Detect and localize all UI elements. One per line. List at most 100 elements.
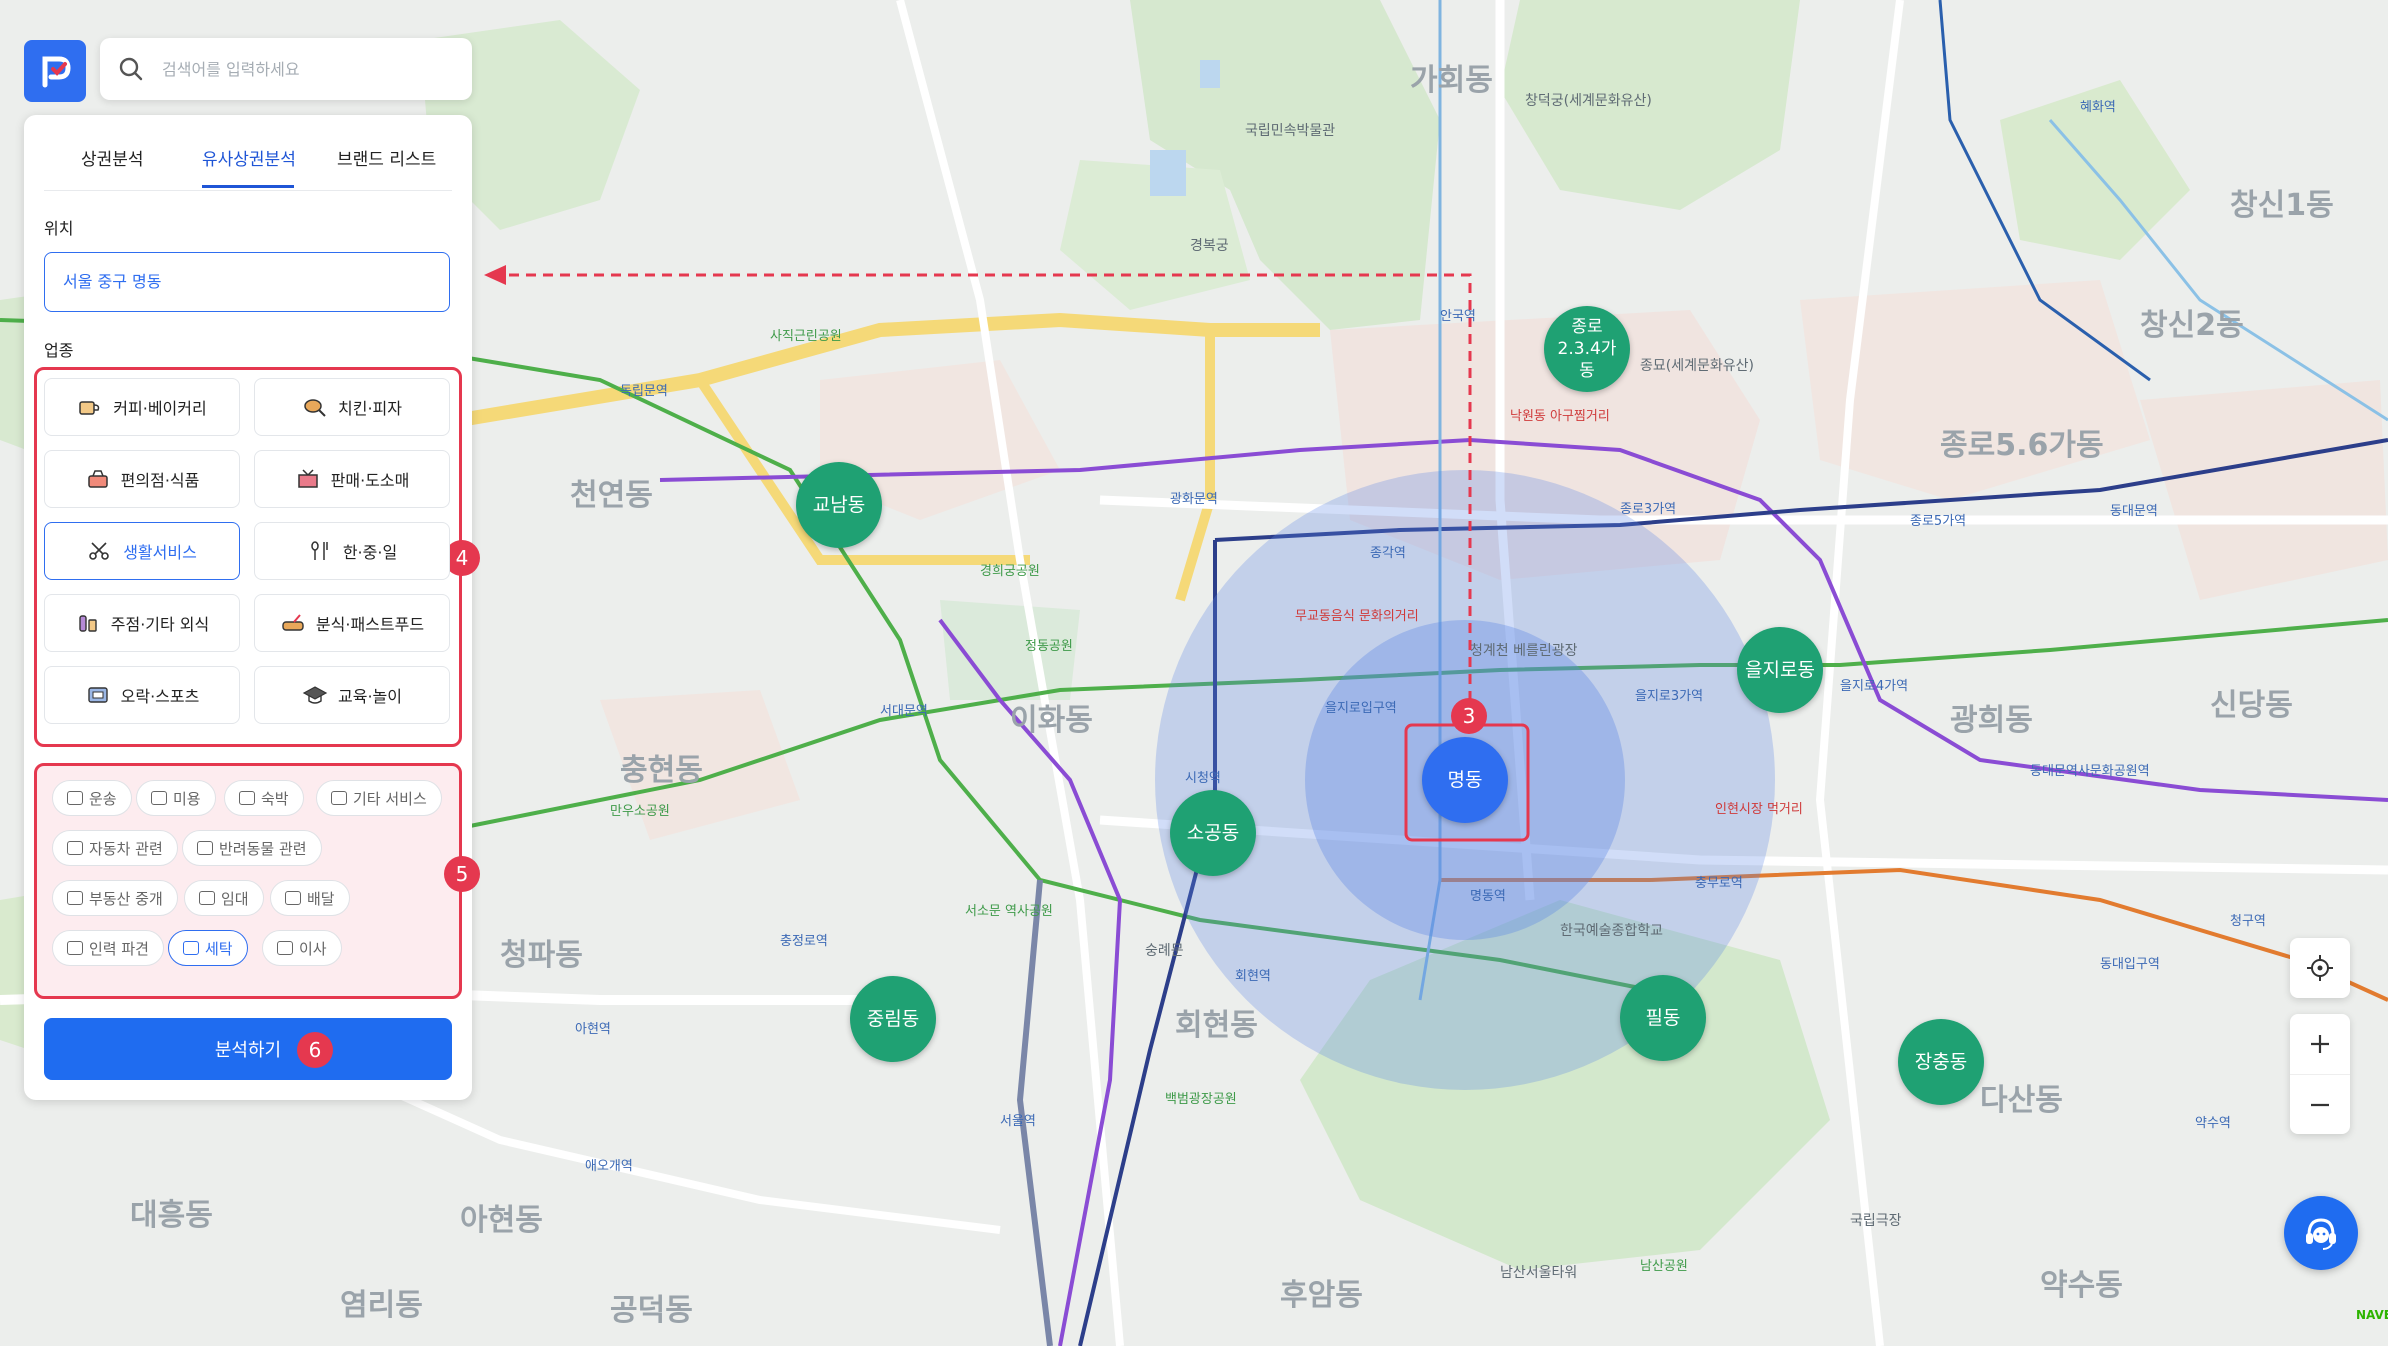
- subcategory-chip[interactable]: 반려동물 관련: [182, 830, 322, 866]
- zoom-out-button[interactable]: [2290, 1075, 2350, 1135]
- annotation-badge-3: 3: [1451, 698, 1487, 734]
- map-area-label: 가회동: [1410, 63, 1493, 98]
- map-area-label: 공덕동: [610, 1293, 693, 1328]
- map-station-label: 충정로역: [780, 934, 828, 949]
- game-icon: [87, 687, 108, 703]
- category-convenience[interactable]: 편의점·식품: [44, 450, 240, 508]
- category-label: 생활서비스: [123, 543, 197, 562]
- location-label: 위치: [44, 219, 74, 238]
- subcategory-chip[interactable]: 운송: [52, 780, 132, 816]
- subcategory-label: 기타 서비스: [353, 789, 427, 808]
- dong-marker-jangchung[interactable]: 장충동: [1898, 1019, 1984, 1105]
- subcategory-chip-laundry[interactable]: 세탁: [168, 930, 248, 966]
- map-station-label: 충무로역: [1695, 876, 1743, 891]
- category-chicken-pizza[interactable]: 치킨·피자: [254, 378, 450, 436]
- subcategory-chip[interactable]: 숙박: [224, 780, 304, 816]
- map-place-label: 숭례문: [1145, 943, 1184, 959]
- category-pub[interactable]: 주점·기타 외식: [44, 594, 240, 652]
- search-bar[interactable]: [100, 38, 472, 100]
- dong-marker-myeongdong[interactable]: 명동: [1422, 737, 1508, 823]
- map-area-label: 광희동: [1950, 703, 2033, 738]
- category-label: 판매·도소매: [330, 471, 410, 490]
- map-station-label: 을지로입구역: [1325, 701, 1397, 716]
- subcategory-label: 미용: [173, 789, 201, 808]
- category-label: 오락·스포츠: [120, 687, 200, 706]
- analyze-button[interactable]: 분석하기: [44, 1018, 452, 1080]
- map-station-label: 종각역: [1370, 546, 1406, 561]
- map-station-label: 명동역: [1470, 889, 1506, 904]
- category-label: 치킨·피자: [338, 399, 402, 418]
- active-tab-indicator: [202, 185, 294, 188]
- map-park-label: 사직근린공원: [770, 329, 842, 344]
- dong-marker-pil[interactable]: 필동: [1620, 975, 1706, 1061]
- annotation-badge-6: 6: [297, 1032, 333, 1068]
- subcategory-chip[interactable]: 인력 파견: [52, 930, 164, 966]
- subcategory-chip[interactable]: 부동산 중개: [52, 880, 178, 916]
- map-station-label: 동대문역사문화공원역: [2030, 764, 2150, 779]
- map-area-label: 신당동: [2210, 688, 2293, 723]
- map-area-label: 염리동: [340, 1288, 423, 1323]
- app-logo[interactable]: [24, 40, 86, 102]
- subcategory-label: 이사: [299, 939, 327, 958]
- subcategory-chip[interactable]: 배달: [270, 880, 350, 916]
- dong-marker-sogong[interactable]: 소공동: [1170, 790, 1256, 876]
- search-icon: [119, 57, 143, 81]
- pub-icon: [79, 615, 97, 632]
- map-station-label: 종로3가역: [1620, 502, 1677, 517]
- chatbot-button[interactable]: [2284, 1196, 2358, 1270]
- zoom-in-button[interactable]: [2290, 1014, 2350, 1075]
- dong-marker-gyonam[interactable]: 교남동: [796, 462, 882, 548]
- category-education[interactable]: 교육·놀이: [254, 666, 450, 724]
- subcategory-chip[interactable]: 임대: [184, 880, 264, 916]
- map-area-label: 창신2동: [2140, 308, 2244, 343]
- map-area-label: 아현동: [460, 1203, 543, 1238]
- dong-marker-jungnim[interactable]: 중림동: [850, 976, 936, 1062]
- category-coffee-bakery[interactable]: 커피·베이커리: [44, 378, 240, 436]
- analysis-panel: 상권분석 유사상권분석 브랜드 리스트 위치 서울 중구 명동 업종 4 커피·…: [24, 115, 480, 1100]
- map-station-label: 애오개역: [585, 1159, 633, 1174]
- tab-brand-list[interactable]: 브랜드 리스트: [337, 145, 436, 175]
- zoom-control: [2290, 1014, 2350, 1134]
- category-asian-cuisine[interactable]: 한·중·일: [254, 522, 450, 580]
- map-park-label: 서소문 역사공원: [965, 904, 1053, 919]
- building-icon: [199, 891, 215, 905]
- category-label: 한·중·일: [342, 543, 398, 562]
- current-location-control[interactable]: [2290, 938, 2350, 998]
- service-icon: [331, 791, 347, 805]
- dong-marker-euljiro[interactable]: 을지로동: [1737, 627, 1823, 713]
- search-input[interactable]: [160, 58, 454, 80]
- category-retail[interactable]: 판매·도소매: [254, 450, 450, 508]
- transport-icon: [67, 791, 83, 805]
- scissors-icon: [89, 542, 109, 560]
- map-station-label: 동대입구역: [2100, 957, 2160, 972]
- category-fastfood[interactable]: 분식·패스트푸드: [254, 594, 450, 652]
- tab-similar-area-analysis[interactable]: 유사상권분석: [202, 145, 296, 175]
- category-label: 커피·베이커리: [113, 399, 207, 418]
- subcategory-chip[interactable]: 기타 서비스: [316, 780, 442, 816]
- map-place-label: 인현시장 먹거리: [1715, 802, 1803, 817]
- analyze-button-label: 분석하기: [214, 1040, 282, 1061]
- retail-icon: [297, 469, 318, 488]
- map-station-label: 서울역: [1000, 1114, 1036, 1129]
- map-area-label: 청파동: [500, 938, 583, 973]
- bed-icon: [239, 791, 255, 805]
- category-entertainment[interactable]: 오락·스포츠: [44, 666, 240, 724]
- map-station-label: 회현역: [1235, 969, 1271, 984]
- category-life-service[interactable]: 생활서비스: [44, 522, 240, 580]
- subcategory-label: 세탁: [205, 939, 233, 958]
- location-input[interactable]: 서울 중구 명동: [44, 252, 450, 312]
- subcategory-label: 부동산 중개: [89, 889, 163, 908]
- subcategory-chip[interactable]: 미용: [136, 780, 216, 816]
- map-area-label: 창신1동: [2230, 188, 2334, 223]
- subcategory-chip[interactable]: 자동차 관련: [52, 830, 178, 866]
- education-icon: [302, 686, 328, 704]
- dong-marker-jongno234[interactable]: 종로 2.3.4가 동: [1544, 306, 1630, 392]
- map-area-label: 이화동: [1010, 703, 1093, 738]
- subcategory-label: 배달: [307, 889, 335, 908]
- map-area-label: 회현동: [1175, 1008, 1258, 1043]
- tabs-divider: [44, 190, 452, 191]
- map-park-label: 남산공원: [1640, 1259, 1688, 1274]
- tab-area-analysis[interactable]: 상권분석: [81, 145, 144, 175]
- subcategory-chip[interactable]: 이사: [262, 930, 342, 966]
- map-station-label: 을지로3가역: [1635, 689, 1704, 704]
